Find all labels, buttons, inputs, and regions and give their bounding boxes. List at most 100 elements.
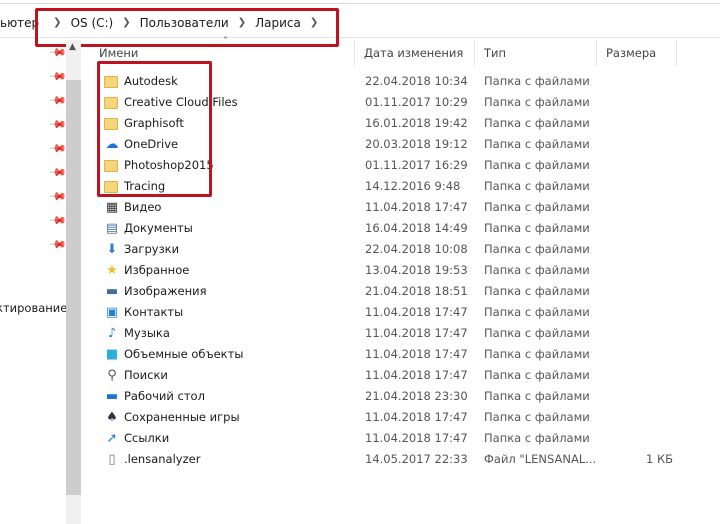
window-top-edge [0, 0, 720, 4]
file-row[interactable]: ▬ Изображения 21.04.2018 18:51 Папка с файл… [90, 281, 720, 302]
document-icon: ▤ [104, 221, 120, 236]
icon-glyph: ▬ [105, 284, 119, 299]
file-date: 16.04.2018 14:49 [365, 221, 468, 235]
file-type: Папка с файлами [484, 263, 590, 277]
download-icon: ⬇ [104, 242, 120, 257]
pin-icon[interactable]: 📌 [48, 187, 67, 206]
file-row[interactable]: ★ Избранное 13.04.2018 19:53 Папка с файлам… [90, 260, 720, 281]
file-row[interactable]: ■ Объемные объекты 11.04.2018 17:47 Папка с… [90, 344, 720, 365]
scrollbar-thumb[interactable] [66, 80, 81, 495]
star-icon: ★ [104, 263, 120, 278]
file-type: Папка с файлами [484, 284, 590, 298]
file-name: Видео [124, 200, 162, 214]
file-row[interactable]: ⬇ Загрузки 22.04.2018 10:08 Папка с файлами [90, 239, 720, 260]
file-row[interactable]: ▯ .lensanalyzer 14.05.2017 22:33 Файл "LENS… [90, 449, 720, 470]
icon-glyph: ▯ [108, 452, 116, 467]
icon-glyph: ♪ [107, 326, 117, 341]
icon-glyph: ★ [106, 263, 118, 278]
desktop-icon: ▬ [104, 389, 120, 404]
file-date: 13.04.2018 19:53 [365, 263, 468, 277]
file-type: Папка с файлами [484, 347, 590, 361]
pin-icon[interactable]: 📌 [48, 43, 67, 62]
scroll-up-icon[interactable]: ▲ [69, 42, 76, 52]
file-row[interactable]: ▬ Рабочий стол 21.04.2018 23:30 Папка с фай… [90, 386, 720, 407]
file-name: Музыка [124, 326, 170, 340]
file-name: Сохраненные игры [124, 410, 240, 424]
file-row[interactable]: ▣ Контакты 11.04.2018 17:47 Папка с файлами [90, 302, 720, 323]
file-type: Папка с файлами [484, 158, 590, 172]
file-size: 1 КБ [646, 452, 674, 466]
pin-icon[interactable]: 📌 [48, 115, 67, 134]
file-row[interactable]: ▤ Документы 16.04.2018 14:49 Папка с файлам… [90, 218, 720, 239]
icon-glyph: ➚ [106, 431, 118, 446]
icon-glyph: ♠ [106, 410, 118, 425]
pin-icon[interactable]: 📌 [48, 91, 67, 110]
file-row[interactable]: ▦ Видео 11.04.2018 17:47 Папка с файлами [90, 197, 720, 218]
file-date: 11.04.2018 17:47 [365, 410, 468, 424]
video-icon: ▦ [104, 200, 120, 215]
file-date: 21.04.2018 18:51 [365, 284, 468, 298]
pin-icon[interactable]: 📌 [48, 139, 67, 158]
music-icon: ♪ [104, 326, 120, 341]
file-name: Рабочий стол [124, 389, 205, 403]
icon-glyph: ▬ [105, 389, 119, 404]
highlight-box-folders [97, 61, 212, 197]
file-date: 01.11.2017 10:29 [365, 95, 468, 109]
file-type: Папка с файлами [484, 410, 590, 424]
pin-icon[interactable]: 📌 [48, 211, 67, 230]
column-header-date[interactable]: Дата изменения [355, 40, 475, 66]
file-type: Папка с файлами [484, 305, 590, 319]
icon-glyph: ▤ [105, 221, 119, 236]
file-name: Избранное [124, 263, 190, 277]
file-name: Ссылки [124, 431, 170, 445]
icon-glyph: ⚲ [107, 368, 117, 383]
pin-icon[interactable]: 📌 [48, 163, 67, 182]
file-row[interactable]: ⚲ Поиски 11.04.2018 17:47 Папка с файлами [90, 365, 720, 386]
pin-icon[interactable]: 📌 [48, 235, 67, 254]
icon-glyph: ▦ [105, 200, 119, 215]
breadcrumb-computer[interactable]: ьютер [0, 16, 39, 30]
file-type: Папка с файлами [484, 242, 590, 256]
file-type: Папка с файлами [484, 389, 590, 403]
file-name: .lensanalyzer [124, 452, 201, 466]
link-icon: ➚ [104, 431, 120, 446]
file-type: Папка с файлами [484, 179, 590, 193]
file-date: 11.04.2018 17:47 [365, 431, 468, 445]
file-date: 11.04.2018 17:47 [365, 200, 468, 214]
file-date: 22.04.2018 10:34 [365, 74, 468, 88]
image-icon: ▬ [104, 284, 120, 299]
file-name: Документы [124, 221, 193, 235]
file-type: Папка с файлами [484, 431, 590, 445]
file-type: Папка с файлами [484, 137, 590, 151]
file-date: 11.04.2018 17:47 [365, 368, 468, 382]
column-header-size[interactable]: Размера [597, 40, 677, 66]
file-date: 14.05.2017 22:33 [365, 452, 468, 466]
file-name: Поиски [124, 368, 168, 382]
file-row[interactable]: ♠ Сохраненные игры 11.04.2018 17:47 Папка с… [90, 407, 720, 428]
file-type: Файл "LENSANAL... [484, 452, 597, 466]
file-date: 14.12.2016 9:48 [365, 179, 461, 193]
file-type: Папка с файлами [484, 368, 590, 382]
pin-icon[interactable]: 📌 [48, 67, 67, 86]
contacts-icon: ▣ [104, 305, 120, 320]
nav-item[interactable]: ктирование [0, 301, 67, 315]
file-type: Папка с файлами [484, 95, 590, 109]
file-type: Папка с файлами [484, 326, 590, 340]
file-date: 11.04.2018 17:47 [365, 326, 468, 340]
file-date: 11.04.2018 17:47 [365, 305, 468, 319]
file-date: 22.04.2018 10:08 [365, 242, 468, 256]
file-row[interactable]: ♪ Музыка 11.04.2018 17:47 Папка с файлами [90, 323, 720, 344]
icon-glyph: ⬇ [106, 242, 118, 257]
file-name: Загрузки [124, 242, 180, 256]
file-type: Папка с файлами [484, 200, 590, 214]
file-date: 01.11.2017 16:29 [365, 158, 468, 172]
file-date: 21.04.2018 23:30 [365, 389, 468, 403]
file-row[interactable]: ➚ Ссылки 11.04.2018 17:47 Папка с файлами [90, 428, 720, 449]
search-icon: ⚲ [104, 368, 120, 383]
nav-scrollbar[interactable]: ▲ [66, 40, 81, 524]
file-name: Изображения [124, 284, 207, 298]
file-type: Папка с файлами [484, 116, 590, 130]
file-name: Контакты [124, 305, 184, 319]
column-header-type[interactable]: Тип [475, 40, 597, 66]
file-date: 20.03.2018 19:12 [365, 137, 468, 151]
